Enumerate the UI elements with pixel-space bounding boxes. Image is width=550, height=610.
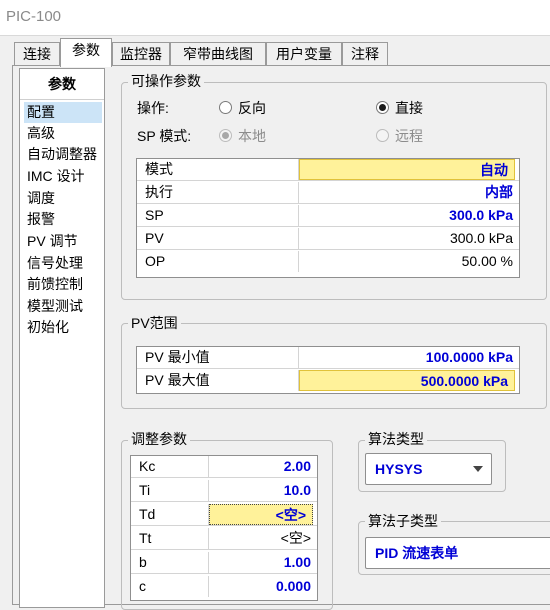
tuning-grid: Kc 2.00 Ti 10.0 Td <空> Tt <空> b 1.00 c 0… [130, 455, 318, 601]
tab-monitor[interactable]: 监控器 [112, 42, 170, 66]
parameters-sidebar: 参数 配置 高级 自动调整器 IMC 设计 调度 报警 PV 调节 信号处理 前… [19, 68, 105, 608]
operable-grid: 模式 自动 执行 内部 SP 300.0 kPa PV 300.0 kPa OP… [136, 158, 520, 278]
window-title: PIC-100 [6, 8, 62, 25]
sidebar-item-initialization[interactable]: 初始化 [24, 317, 102, 338]
row-label: b [131, 552, 209, 573]
grid-row-pv-min: PV 最小值 100.0000 kPa [137, 347, 519, 369]
mode-value[interactable]: 自动 [299, 159, 515, 180]
grid-row-sp: SP 300.0 kPa [137, 205, 519, 227]
grid-row-kc: Kc 2.00 [131, 456, 317, 478]
tab-connections[interactable]: 连接 [14, 42, 60, 66]
sidebar-header: 参数 [20, 69, 104, 100]
sidebar-item-signal-processing[interactable]: 信号处理 [24, 253, 102, 274]
row-label: Ti [131, 480, 209, 501]
sidebar-item-config[interactable]: 配置 [24, 102, 102, 123]
remote-label[interactable]: 远程 [395, 127, 423, 145]
row-label: SP [137, 205, 299, 226]
row-label: c [131, 576, 209, 597]
pv-range-title: PV范围 [128, 315, 181, 331]
sidebar-item-pv-conditioning[interactable]: PV 调节 [24, 231, 102, 252]
algorithm-subtype-value: PID 流速表单 [375, 545, 459, 561]
direct-label[interactable]: 直接 [395, 99, 423, 117]
tab-notes[interactable]: 注释 [342, 42, 388, 66]
grid-row-pv: PV 300.0 kPa [137, 228, 519, 250]
grid-row-pv-max: PV 最大值 500.0000 kPa [137, 370, 519, 392]
grid-row-mode: 模式 自动 [137, 159, 519, 181]
sidebar-item-imc-design[interactable]: IMC 设计 [24, 166, 102, 187]
sidebar-item-autotuner[interactable]: 自动调整器 [24, 144, 102, 165]
remote-radio[interactable] [376, 129, 389, 142]
algorithm-type-select[interactable]: HYSYS [365, 453, 492, 485]
grid-row-ti: Ti 10.0 [131, 480, 317, 502]
action-label: 操作: [137, 100, 169, 116]
b-value[interactable]: 1.00 [209, 552, 317, 573]
td-value[interactable]: <空> [209, 504, 313, 525]
row-label: Kc [131, 456, 209, 477]
ti-value[interactable]: 10.0 [209, 480, 317, 501]
algorithm-subtype-title: 算法子类型 [365, 513, 441, 529]
row-label: 执行 [137, 182, 299, 203]
pv-value: 300.0 kPa [449, 230, 513, 246]
execution-value[interactable]: 内部 [299, 182, 519, 203]
sp-mode-label: SP 模式: [137, 128, 192, 144]
grid-row-td: Td <空> [131, 504, 317, 526]
sidebar-item-advanced[interactable]: 高级 [24, 123, 102, 144]
tab-user-variables[interactable]: 用户变量 [266, 42, 342, 66]
row-label: 模式 [137, 159, 299, 180]
sidebar-item-model-testing[interactable]: 模型测试 [24, 296, 102, 317]
algorithm-type-title: 算法类型 [365, 431, 427, 447]
local-radio[interactable] [219, 129, 232, 142]
c-value[interactable]: 0.000 [209, 576, 317, 597]
pv-min-value[interactable]: 100.0000 kPa [299, 347, 519, 368]
title-bar: PIC-100 [0, 0, 550, 36]
pv-range-grid: PV 最小值 100.0000 kPa PV 最大值 500.0000 kPa [136, 346, 520, 394]
row-label: PV 最小值 [137, 347, 299, 368]
op-value: 50.00 % [461, 253, 513, 269]
algorithm-subtype-select[interactable]: PID 流速表单 [365, 537, 550, 569]
grid-row-op: OP 50.00 % [137, 251, 519, 273]
row-label: OP [137, 251, 299, 272]
grid-row-tt: Tt <空> [131, 528, 317, 550]
reverse-radio[interactable] [219, 101, 232, 114]
tuning-parameters-title: 调整参数 [128, 431, 190, 447]
tab-stripchart[interactable]: 窄带曲线图 [170, 42, 266, 66]
sidebar-item-scheduling[interactable]: 调度 [24, 188, 102, 209]
kc-value[interactable]: 2.00 [209, 456, 317, 477]
local-label[interactable]: 本地 [238, 127, 266, 145]
row-label: Tt [131, 528, 209, 549]
tab-parameters[interactable]: 参数 [60, 38, 112, 67]
operable-parameters-title: 可操作参数 [128, 73, 204, 89]
chevron-down-icon [473, 466, 483, 472]
reverse-label[interactable]: 反向 [238, 99, 266, 117]
row-label: PV [137, 228, 299, 249]
sidebar-item-alarms[interactable]: 报警 [24, 209, 102, 230]
row-label: PV 最大值 [137, 370, 299, 391]
grid-row-c: c 0.000 [131, 576, 317, 598]
row-label: Td [131, 504, 209, 525]
sp-value[interactable]: 300.0 kPa [299, 205, 519, 226]
tt-value: <空> [280, 530, 311, 546]
algorithm-type-value: HYSYS [375, 461, 423, 477]
direct-radio[interactable] [376, 101, 389, 114]
grid-row-b: b 1.00 [131, 552, 317, 574]
grid-row-execution: 执行 内部 [137, 182, 519, 204]
sidebar-item-feedforward[interactable]: 前馈控制 [24, 274, 102, 295]
pv-max-value[interactable]: 500.0000 kPa [299, 370, 515, 391]
